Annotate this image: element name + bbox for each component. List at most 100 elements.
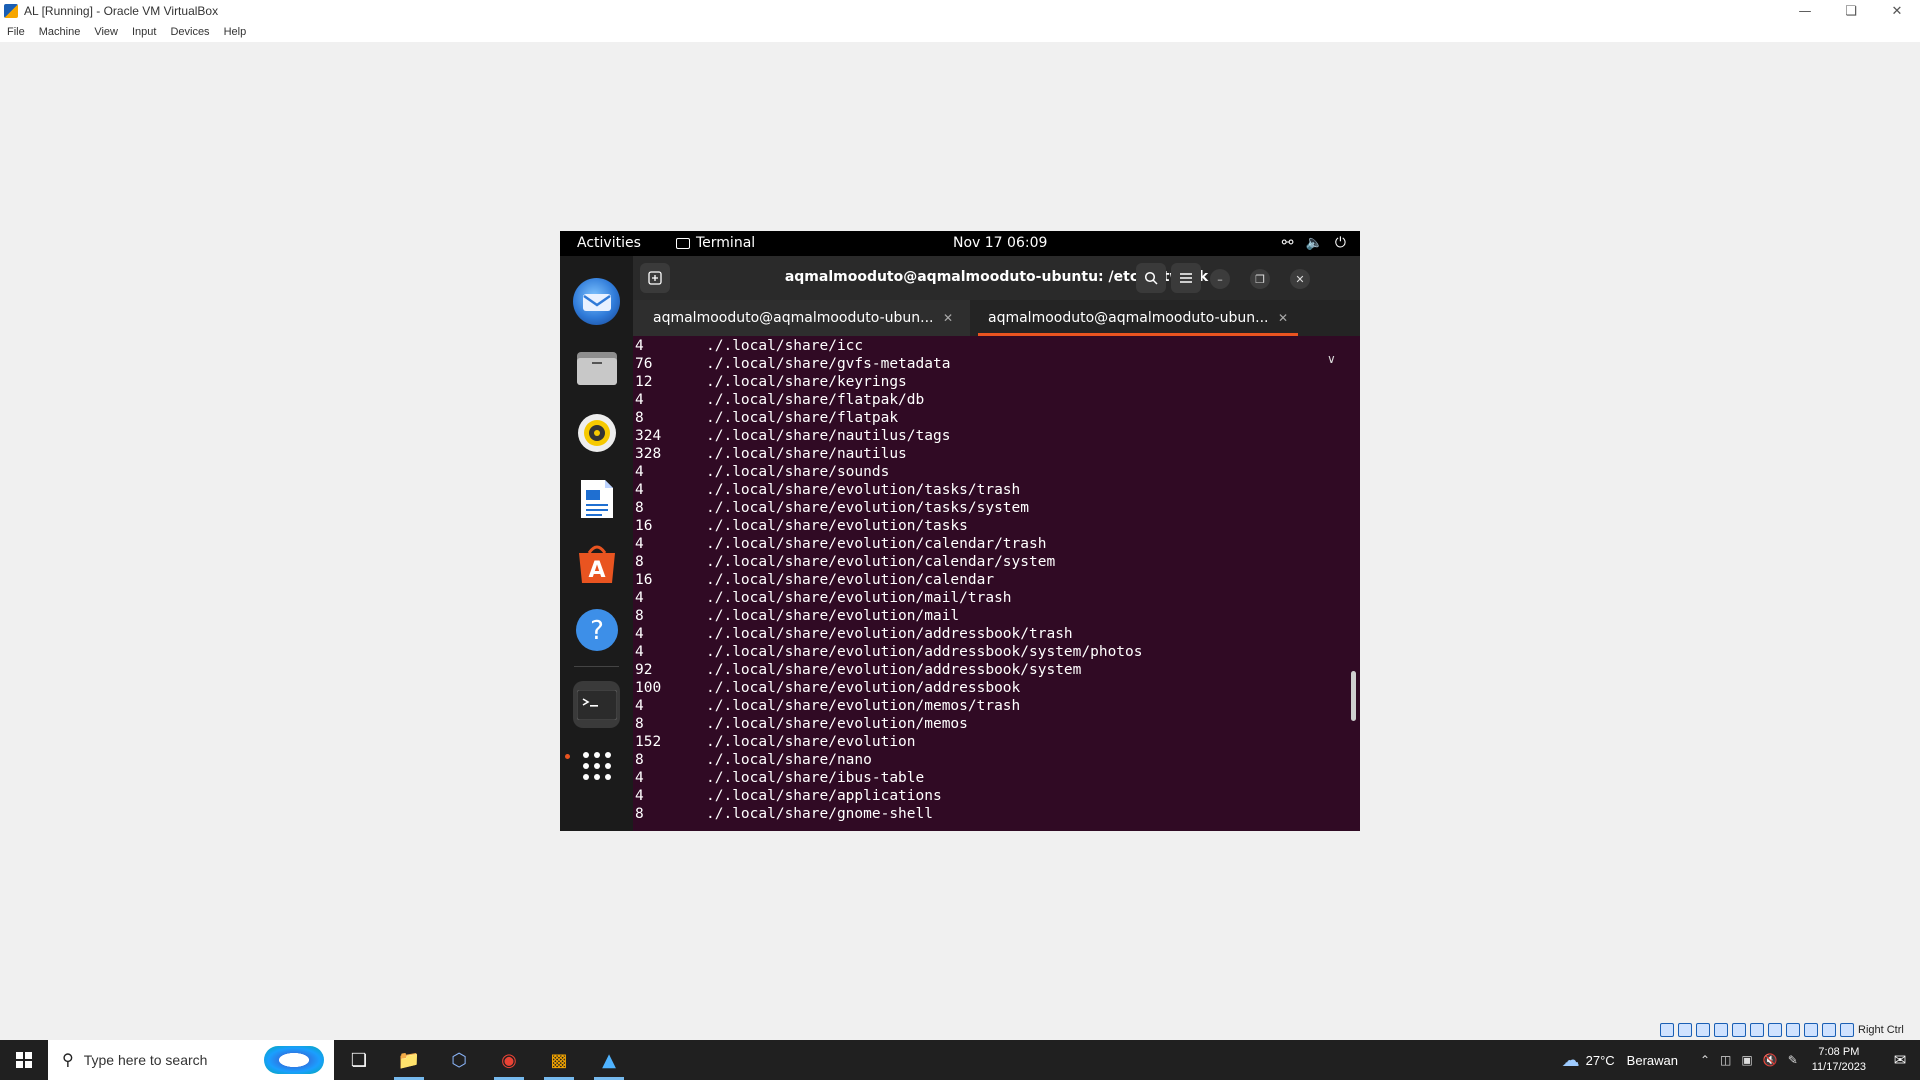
line-size: 8 bbox=[635, 608, 644, 624]
line-size: 4 bbox=[635, 338, 644, 354]
tab-2-close-icon[interactable]: ✕ bbox=[1278, 311, 1288, 325]
mouse-integration-icon[interactable] bbox=[1822, 1023, 1836, 1037]
start-button[interactable] bbox=[0, 1040, 48, 1080]
svg-text:?: ? bbox=[590, 616, 604, 646]
menu-devices[interactable]: Devices bbox=[163, 26, 216, 38]
app-menu-label: Terminal bbox=[696, 235, 756, 251]
line-size: 4 bbox=[635, 536, 644, 552]
line-size: 8 bbox=[635, 806, 644, 822]
hamburger-menu-button[interactable] bbox=[1171, 263, 1201, 293]
usb-icon[interactable] bbox=[1732, 1023, 1746, 1037]
virtualbox-app-icon bbox=[4, 4, 18, 18]
menu-help[interactable]: Help bbox=[217, 26, 254, 38]
optical-drive-icon[interactable] bbox=[1678, 1023, 1692, 1037]
line-path: ./.local/share/nautilus bbox=[706, 446, 907, 462]
line-path: ./.local/share/gvfs-metadata bbox=[706, 356, 951, 372]
volume-mute-icon[interactable]: 🔇 bbox=[1763, 1053, 1778, 1067]
vm-running-icon[interactable]: ▩ bbox=[536, 1040, 582, 1080]
host-key-label: Right Ctrl bbox=[1858, 1024, 1904, 1036]
terminal-headerbar: aqmalmooduto@aqmalmooduto-ubuntu: /etc/n… bbox=[633, 256, 1360, 300]
tab-1[interactable]: aqmalmooduto@aqmalmooduto-ubun... ✕ bbox=[633, 300, 970, 336]
rhythmbox-icon[interactable] bbox=[573, 409, 620, 456]
network-adapter-icon[interactable] bbox=[1714, 1023, 1728, 1037]
menu-input[interactable]: Input bbox=[125, 26, 163, 38]
line-path: ./.local/share/evolution/tasks bbox=[706, 518, 968, 534]
tray-icons: ⌃ ◫ ▣ 🔇 ✎ bbox=[1700, 1053, 1798, 1067]
shared-folders-icon[interactable] bbox=[1750, 1023, 1764, 1037]
device-icon[interactable]: ◫ bbox=[1720, 1053, 1731, 1067]
close-terminal-button[interactable]: ✕ bbox=[1290, 269, 1310, 289]
line-size: 76 bbox=[635, 356, 653, 372]
clock[interactable]: Nov 17 06:09 bbox=[953, 235, 1047, 251]
help-icon[interactable]: ? bbox=[573, 606, 620, 653]
software-icon[interactable]: A bbox=[573, 540, 620, 587]
notification-icon[interactable]: ✉ bbox=[1880, 1051, 1920, 1069]
guest-screen[interactable]: Activities Terminal Nov 17 06:09 ⚯ 🔈 ⏻ A bbox=[560, 231, 1360, 831]
chrome-icon[interactable]: ◉ bbox=[486, 1040, 532, 1080]
line-path: ./.local/share/evolution/calendar bbox=[706, 572, 995, 588]
line-path: ./.local/share/evolution bbox=[706, 734, 916, 750]
svg-text:A: A bbox=[588, 558, 605, 583]
task-view-icon[interactable]: ❏ bbox=[336, 1040, 382, 1080]
line-path: ./.local/share/sounds bbox=[706, 464, 890, 480]
menu-view[interactable]: View bbox=[87, 26, 125, 38]
menu-machine[interactable]: Machine bbox=[32, 26, 88, 38]
gnome-top-bar: Activities Terminal Nov 17 06:09 ⚯ 🔈 ⏻ bbox=[560, 231, 1360, 256]
vbox-titlebar: AL [Running] - Oracle VM VirtualBox — ❏ … bbox=[0, 0, 1920, 22]
line-size: 4 bbox=[635, 788, 644, 804]
line-path: ./.local/share/nautilus/tags bbox=[706, 428, 951, 444]
thunderbird-icon[interactable] bbox=[573, 278, 620, 325]
terminal-output[interactable]: 4 ./.local/share/icc 76 ./.local/share/gvfs… bbox=[633, 338, 1343, 831]
tab-2[interactable]: aqmalmooduto@aqmalmooduto-ubun... ✕ bbox=[970, 300, 1307, 336]
app-menu[interactable]: Terminal bbox=[676, 235, 755, 251]
line-path: ./.local/share/evolution/addressbook/sys… bbox=[706, 662, 1082, 678]
minimize-terminal-button[interactable]: – bbox=[1210, 269, 1230, 289]
terminal-scrollbar[interactable] bbox=[1351, 671, 1356, 721]
weather-desc: Berawan bbox=[1626, 1052, 1678, 1068]
line-path: ./.local/share/ibus-table bbox=[706, 770, 925, 786]
keyboard-icon[interactable] bbox=[1840, 1023, 1854, 1037]
line-size: 16 bbox=[635, 518, 653, 534]
windows-taskbar: ⚲ Type here to search ❏ 📁 ⬡ ◉ ▩ ▲ ☁ 27°C… bbox=[0, 1040, 1920, 1080]
active-tab-indicator bbox=[978, 333, 1298, 336]
search-button[interactable] bbox=[1136, 263, 1166, 293]
taskbar-clock[interactable]: 7:08 PM 11/17/2023 bbox=[1812, 1045, 1866, 1075]
search-icon: ⚲ bbox=[62, 1052, 74, 1069]
app-icon[interactable]: ▲ bbox=[586, 1040, 632, 1080]
minimize-button[interactable]: — bbox=[1782, 0, 1828, 22]
files-icon[interactable] bbox=[573, 344, 620, 391]
file-explorer-icon[interactable]: 📁 bbox=[386, 1040, 432, 1080]
writer-icon[interactable] bbox=[573, 475, 620, 522]
virtualbox-taskbar-icon[interactable]: ⬡ bbox=[436, 1040, 482, 1080]
network-tray-icon[interactable]: ▣ bbox=[1741, 1053, 1752, 1067]
line-size: 324 bbox=[635, 428, 662, 444]
status-menu[interactable]: ⚯ 🔈 ⏻ bbox=[1282, 235, 1346, 251]
display-icon[interactable] bbox=[1768, 1023, 1782, 1037]
line-path: ./.local/share/evolution/addressbook/sys… bbox=[706, 644, 1143, 660]
tab-1-close-icon[interactable]: ✕ bbox=[943, 311, 953, 325]
power-icon: ⏻ bbox=[1334, 235, 1346, 251]
recording-icon[interactable] bbox=[1786, 1023, 1800, 1037]
hdd-icon[interactable] bbox=[1660, 1023, 1674, 1037]
network-icon: ⚯ bbox=[1281, 235, 1294, 251]
line-size: 100 bbox=[635, 680, 662, 696]
restore-button[interactable]: ❏ bbox=[1828, 0, 1874, 22]
audio-icon[interactable] bbox=[1696, 1023, 1710, 1037]
line-path: ./.local/share/evolution/addressbook/tra… bbox=[706, 626, 1073, 642]
chevron-up-icon[interactable]: ⌃ bbox=[1700, 1053, 1710, 1067]
weather-temp: 27°C bbox=[1585, 1052, 1615, 1068]
terminal-icon[interactable] bbox=[573, 681, 620, 728]
line-size: 4 bbox=[635, 482, 644, 498]
activities-button[interactable]: Activities bbox=[577, 235, 641, 251]
line-path: ./.local/share/icc bbox=[706, 338, 864, 354]
line-size: 152 bbox=[635, 734, 662, 750]
line-path: ./.local/share/evolution/tasks/trash bbox=[706, 482, 1021, 498]
menu-file[interactable]: File bbox=[0, 26, 32, 38]
close-window-button[interactable]: ✕ bbox=[1874, 0, 1920, 22]
pen-icon[interactable]: ✎ bbox=[1788, 1053, 1798, 1067]
taskbar-search[interactable]: ⚲ Type here to search bbox=[48, 1040, 334, 1080]
weather-widget[interactable]: ☁ 27°C Berawan bbox=[1562, 1050, 1678, 1071]
maximize-terminal-button[interactable]: ❐ bbox=[1250, 269, 1270, 289]
show-apps-icon[interactable] bbox=[573, 742, 620, 789]
cpu-icon[interactable] bbox=[1804, 1023, 1818, 1037]
